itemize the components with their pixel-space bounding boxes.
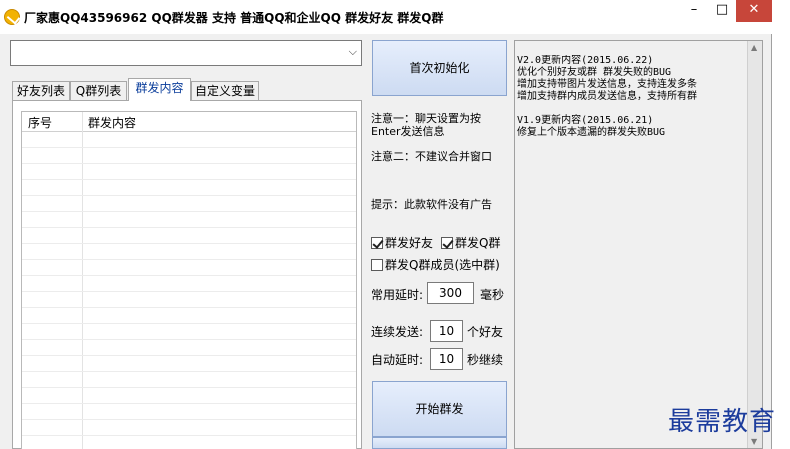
maximize-button[interactable]: □	[708, 0, 736, 22]
send-groups-label: 群发Q群	[455, 236, 501, 250]
column-header-index[interactable]: 序号	[28, 114, 52, 131]
scroll-up-icon[interactable]: ▲	[751, 43, 757, 52]
app-window: 厂家惠QQ43596962 QQ群发器 支持 普通QQ和企业QQ 群发好友 群发…	[0, 0, 772, 449]
content-table[interactable]: 序号 群发内容	[21, 111, 357, 449]
changelog-text: V2.0更新内容(2015.06.22) 优化个别好友或群 群发失败的BUG 增…	[517, 55, 697, 138]
table-header: 序号 群发内容	[22, 112, 356, 132]
close-button[interactable]: ✕	[736, 0, 772, 22]
secondary-button[interactable]	[372, 437, 507, 449]
auto-delay-label: 自动延时:	[371, 353, 424, 367]
table-body[interactable]	[22, 132, 356, 449]
continuous-send-unit: 个好友	[467, 325, 504, 339]
continuous-send-input[interactable]: 10	[430, 320, 463, 342]
changelog-scrollbar[interactable]: ▲ ▼	[747, 41, 762, 448]
minimize-button[interactable]: –	[680, 0, 708, 22]
watermark-text: 最需教育	[668, 407, 777, 437]
delay-unit: 毫秒	[480, 288, 505, 302]
app-logo-icon	[4, 9, 20, 25]
continuous-send-label: 连续发送:	[371, 325, 424, 339]
send-groups-checkbox[interactable]: 群发Q群	[441, 234, 500, 251]
column-header-content[interactable]: 群发内容	[88, 114, 136, 131]
send-group-members-label: 群发Q群成员(选中群)	[385, 258, 500, 272]
note-one-line1: 注意一：聊天设置为按	[371, 112, 481, 125]
hint-text: 提示：此款软件没有广告	[371, 198, 492, 211]
window-title: 厂家惠QQ43596962 QQ群发器 支持 普通QQ和企业QQ 群发好友 群发…	[24, 11, 444, 25]
note-two: 注意二：不建议合并窗口	[371, 150, 492, 163]
note-one-line2: Enter发送信息	[371, 125, 445, 138]
tab-friend-list[interactable]: 好友列表	[12, 81, 70, 100]
delay-label: 常用延时:	[371, 288, 424, 302]
tab-group-list[interactable]: Q群列表	[70, 81, 127, 100]
tab-broadcast-content[interactable]: 群发内容	[128, 78, 191, 101]
delay-input[interactable]: 300	[427, 282, 474, 304]
account-select[interactable]: ⌵	[10, 40, 362, 66]
auto-delay-unit: 秒继续	[467, 353, 504, 367]
start-broadcast-button[interactable]: 开始群发	[372, 381, 507, 437]
send-group-members-checkbox[interactable]: 群发Q群成员(选中群)	[371, 256, 500, 273]
checkbox-checked-icon[interactable]	[441, 237, 453, 249]
send-friends-checkbox[interactable]: 群发好友	[371, 234, 433, 251]
scroll-down-icon[interactable]: ▼	[751, 437, 757, 446]
send-friends-label: 群发好友	[385, 236, 434, 250]
tab-panel: 序号 群发内容	[12, 100, 362, 449]
tab-custom-variables[interactable]: 自定义变量	[191, 81, 259, 100]
auto-delay-input[interactable]: 10	[430, 348, 463, 370]
first-init-button[interactable]: 首次初始化	[372, 40, 507, 96]
checkbox-unchecked-icon[interactable]	[371, 259, 383, 271]
checkbox-checked-icon[interactable]	[371, 237, 383, 249]
chevron-down-icon[interactable]: ⌵	[349, 45, 357, 59]
title-bar: 厂家惠QQ43596962 QQ群发器 支持 普通QQ和企业QQ 群发好友 群发…	[0, 0, 772, 34]
changelog-panel[interactable]: V2.0更新内容(2015.06.22) 优化个别好友或群 群发失败的BUG 增…	[514, 40, 763, 449]
